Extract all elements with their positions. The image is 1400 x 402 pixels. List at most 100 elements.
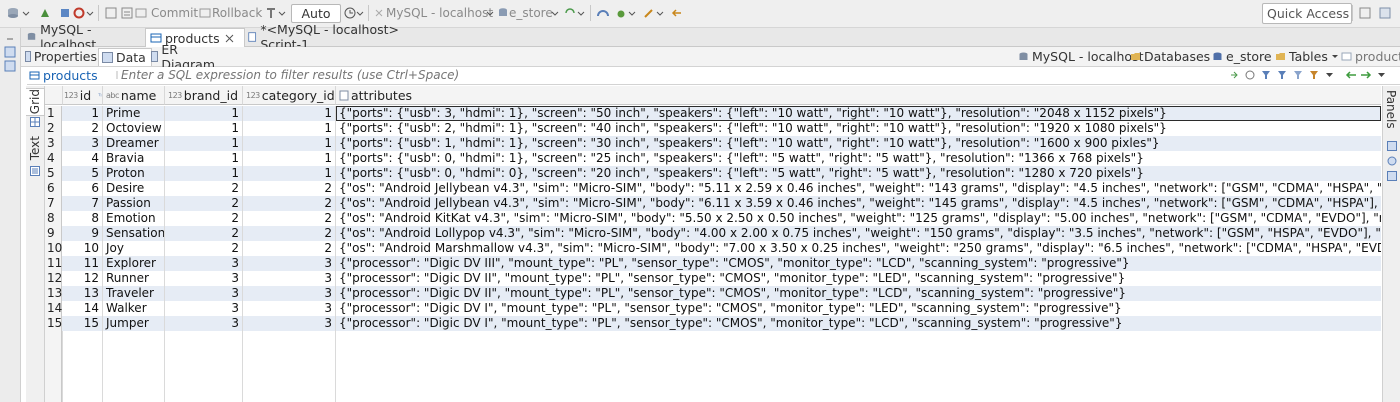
- cell-attributes[interactable]: {"os": "Android Jellybean v4.3", "sim": …: [336, 196, 1381, 211]
- table-row[interactable]: 3 3 Dreamer 1 1 {"ports": {"usb": 1, "hdmi": …: [45, 136, 1381, 151]
- cell-attributes[interactable]: {"ports": {"usb": 3, "hdmi": 1}, "screen…: [336, 106, 1381, 121]
- projects-icon[interactable]: [4, 60, 16, 72]
- sync-icon[interactable]: [563, 6, 577, 20]
- breadcrumb-schema[interactable]: e_store: [1212, 48, 1272, 65]
- aggregate-panel-icon[interactable]: [1387, 171, 1397, 181]
- cell-attributes[interactable]: {"processor": "Digic DV III", "mount_typ…: [336, 256, 1381, 271]
- cell-id[interactable]: 5: [63, 166, 103, 181]
- cell-category-id[interactable]: 3: [243, 301, 336, 316]
- cell-name[interactable]: Runner: [103, 271, 165, 286]
- cell-id[interactable]: 13: [63, 286, 103, 301]
- cell-attributes[interactable]: {"os": "Android Marshmallow v4.3", "sim"…: [336, 241, 1381, 256]
- cell-id[interactable]: 11: [63, 256, 103, 271]
- active-database-selector[interactable]: e_store: [509, 4, 553, 22]
- breadcrumb-connection[interactable]: MySQL - localhost: [1018, 48, 1144, 65]
- cell-attributes[interactable]: {"ports": {"usb": 0, "hdmi": 1}, "screen…: [336, 151, 1381, 166]
- cell-name[interactable]: Proton: [103, 166, 165, 181]
- cell-category-id[interactable]: 2: [243, 211, 336, 226]
- tab-script[interactable]: *<MySQL - localhost> Script-1: [245, 22, 425, 52]
- cell-brand-id[interactable]: 1: [165, 121, 243, 136]
- refresh-connection-icon[interactable]: [72, 6, 86, 20]
- cell-id[interactable]: 4: [63, 151, 103, 166]
- tab-er-diagram[interactable]: ER Diagram: [151, 42, 215, 72]
- cell-name[interactable]: Bravia: [103, 151, 165, 166]
- table-row[interactable]: 2 2 Octoview 1 1 {"ports": {"usb": 2, "hdmi":…: [45, 121, 1381, 136]
- tab-text[interactable]: Text: [26, 134, 44, 162]
- cell-category-id[interactable]: 1: [243, 136, 336, 151]
- column-header-name[interactable]: abc name: [103, 86, 165, 105]
- cell-brand-id[interactable]: 3: [165, 286, 243, 301]
- table-row[interactable]: 1 1 Prime 1 1 {"ports": {"usb": 3, "hdmi": 1}…: [45, 106, 1381, 121]
- chevron-down-icon[interactable]: [22, 6, 30, 20]
- column-header-brand-id[interactable]: 123 brand_id: [165, 86, 243, 105]
- tab-data[interactable]: Data: [98, 48, 152, 66]
- cell-name[interactable]: Traveler: [103, 286, 165, 301]
- cell-id[interactable]: 15: [63, 316, 103, 331]
- cell-brand-id[interactable]: 1: [165, 166, 243, 181]
- table-row[interactable]: 13 13 Traveler 3 3 {"processor": "Digic DV II…: [45, 286, 1381, 301]
- chevron-down-icon[interactable]: [1377, 70, 1386, 80]
- cell-brand-id[interactable]: 2: [165, 196, 243, 211]
- cell-attributes[interactable]: {"os": "Android Lollypop v4.3", "sim": "…: [336, 226, 1381, 241]
- close-icon[interactable]: [225, 34, 234, 43]
- bug-icon[interactable]: [614, 6, 628, 20]
- cell-id[interactable]: 7: [63, 196, 103, 211]
- chevron-down-icon[interactable]: [86, 6, 94, 20]
- cell-brand-id[interactable]: 2: [165, 211, 243, 226]
- clear-filter-icon[interactable]: [1277, 70, 1287, 80]
- apply-filter-icon[interactable]: [1229, 70, 1239, 80]
- table-row[interactable]: 12 12 Runner 3 3 {"processor": "Digic DV II",…: [45, 271, 1381, 286]
- cell-category-id[interactable]: 2: [243, 226, 336, 241]
- transaction-mode-select[interactable]: Auto: [291, 4, 341, 23]
- cell-id[interactable]: 3: [63, 136, 103, 151]
- perspective-icon[interactable]: [1378, 6, 1392, 20]
- history-icon[interactable]: [1245, 70, 1255, 80]
- tools-icon[interactable]: [642, 6, 656, 20]
- chevron-down-icon[interactable]: [628, 6, 636, 20]
- rollback-button[interactable]: Rollback: [212, 4, 262, 22]
- table-row[interactable]: 10 10 Joy 2 2 {"os": "Android Marshmallow v4.…: [45, 241, 1381, 256]
- cell-name[interactable]: Jumper: [103, 316, 165, 331]
- cell-brand-id[interactable]: 1: [165, 136, 243, 151]
- breadcrumb-tables[interactable]: Tables: [1275, 48, 1339, 65]
- column-header-id[interactable]: 123 id: [63, 86, 103, 105]
- arrow-right-icon[interactable]: [1360, 70, 1372, 80]
- cell-brand-id[interactable]: 1: [165, 106, 243, 121]
- row-number[interactable]: 12: [45, 271, 62, 286]
- cell-category-id[interactable]: 2: [243, 196, 336, 211]
- cell-brand-id[interactable]: 3: [165, 316, 243, 331]
- rollback-icon[interactable]: [198, 6, 212, 20]
- cell-category-id[interactable]: 3: [243, 256, 336, 271]
- sort-filter-icon[interactable]: [98, 89, 102, 101]
- cell-attributes[interactable]: {"os": "Android KitKat v4.3", "sim": "Mi…: [336, 211, 1381, 226]
- active-connection-selector[interactable]: MySQL - localhost: [386, 4, 493, 22]
- cell-attributes[interactable]: {"processor": "Digic DV I", "mount_type"…: [336, 316, 1381, 331]
- chevron-down-icon[interactable]: [577, 6, 585, 20]
- table-row[interactable]: 9 9 Sensation 2 2 {"os": "Android Lollypop v4…: [45, 226, 1381, 241]
- edit-filter-icon[interactable]: [1309, 70, 1319, 80]
- dashboard-icon[interactable]: [596, 6, 610, 20]
- chevron-down-icon[interactable]: [278, 6, 286, 20]
- filter-history-icon[interactable]: [113, 69, 121, 81]
- breadcrumb-databases[interactable]: Databases: [1130, 48, 1221, 65]
- cell-attributes[interactable]: {"os": "Android Jellybean v4.3", "sim": …: [336, 181, 1381, 196]
- tab-connection[interactable]: MySQL - localhost: [23, 22, 143, 52]
- cell-brand-id[interactable]: 3: [165, 301, 243, 316]
- breadcrumb-table[interactable]: products: [1341, 48, 1400, 65]
- row-number[interactable]: 1: [45, 106, 62, 121]
- row-number[interactable]: 11: [45, 256, 62, 271]
- chevron-down-icon[interactable]: [356, 6, 364, 20]
- history-icon[interactable]: [343, 6, 357, 20]
- save-filter-icon[interactable]: [1293, 70, 1303, 80]
- cell-brand-id[interactable]: 2: [165, 241, 243, 256]
- cell-name[interactable]: Explorer: [103, 256, 165, 271]
- cell-id[interactable]: 14: [63, 301, 103, 316]
- table-row[interactable]: 15 15 Jumper 3 3 {"processor": "Digic DV I", …: [45, 316, 1381, 331]
- cell-name[interactable]: Desire: [103, 181, 165, 196]
- database-navigator-icon[interactable]: [4, 46, 16, 58]
- panels-toggle[interactable]: Panels: [1384, 90, 1398, 129]
- cell-brand-id[interactable]: 3: [165, 256, 243, 271]
- row-number[interactable]: 15: [45, 316, 62, 331]
- cell-brand-id[interactable]: 1: [165, 151, 243, 166]
- quick-access-field[interactable]: Quick Access: [1262, 3, 1352, 24]
